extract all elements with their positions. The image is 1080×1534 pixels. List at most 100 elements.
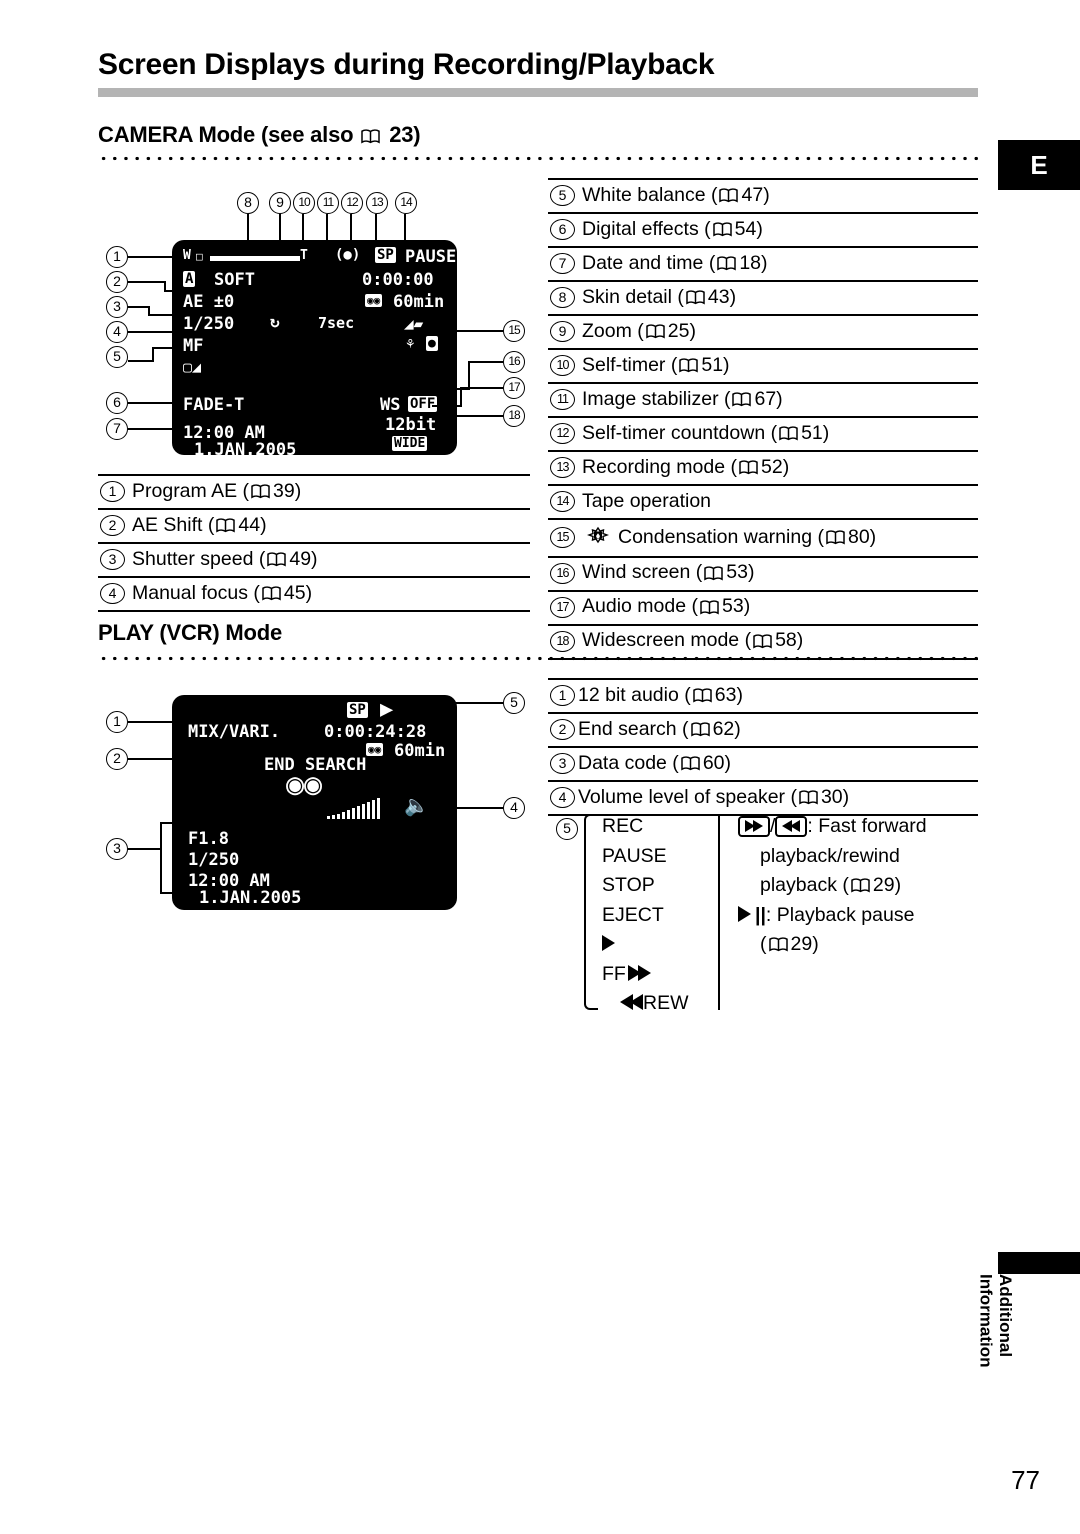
play-leader-5 [398,702,503,704]
camera-callout-18: 18 [503,405,525,427]
legend-row-number: 2 [550,719,575,740]
play-ops-divider [718,814,720,1010]
play-section-divider [98,656,978,661]
manual-book-icon [361,129,381,144]
legend-row-label: Audio mode ( [582,595,698,618]
play-op-ff-label: FF [602,962,626,985]
legend-row-number: 1 [100,481,125,502]
legend-row: 3 Shutter speed ( 49) [98,544,530,578]
ops-playback-text: playback ( [760,874,849,896]
legend-row-label: Tape operation [582,489,712,512]
leader-16b [468,361,503,363]
legend-row-page: 80 [847,525,870,548]
play-lcd-speaker-icon: 🔈 [404,793,429,817]
lcd-battery-icon: ◢▰ [404,314,424,333]
lcd-manual-focus: MF [183,336,204,356]
legend-row-label: 12 bit audio ( [578,683,691,706]
camera-callout-3: 3 [106,296,128,318]
legend-row: 13 Recording mode (52) [548,452,978,486]
legend-row-page: 53 [726,561,748,584]
lcd-zoom-w-icon: W [183,248,191,263]
lcd-tape-remaining: 60min [393,292,445,312]
play-op-rew-label: REW [643,992,689,1014]
lcd-wind-screen-label: WS [380,395,401,415]
legend-row-number: 5 [550,185,575,206]
language-tab-label: E [1030,149,1048,180]
condensation-warning-icon [586,525,610,550]
play-lcd-recording-mode-badge: SP [347,702,368,718]
manual-book-icon [732,392,752,407]
manual-book-icon [768,937,788,952]
ops-pause-text: : Playback pause [765,903,915,926]
legend-row: 7 Date and time ( 18) [548,248,978,282]
manual-book-icon [681,756,700,771]
legend-row-page: 51 [801,421,823,444]
play-op-pause: PAUSE [602,844,667,867]
legend-row-label: Data code ( [578,751,679,774]
play-lcd-tape-icon: ◉◉ [366,743,384,756]
legend-row-number: 12 [550,423,575,444]
manual-book-icon [712,222,732,237]
camera-mode-heading-text: CAMERA Mode (see also [98,122,354,147]
manual-book-icon [267,552,287,567]
legend-row-tail: ) [756,217,763,240]
camera-callout-10: 10 [293,192,315,214]
legend-row: 8 Skin detail (43) [548,282,978,316]
legend-row: 12 Self-timer countdown (51) [548,418,978,452]
camera-mode-heading: CAMERA Mode (see also 23) [98,122,421,148]
legend-row-label: Date and time ( [582,251,716,274]
legend-row-number: 14 [550,491,575,512]
camera-section-divider [98,156,978,161]
lcd-zoom-bar [210,256,300,261]
legend-row-page: 47 [741,183,764,206]
legend-row-label: Self-timer countdown ( [582,421,778,444]
play-leader-4 [434,807,503,809]
legend-row-number: 17 [550,596,575,618]
manual-book-icon [251,484,270,499]
camera-legend-right: 5 White balance (47) 6 Digital effects (54)… [548,178,978,660]
legend-row: 16 Wind screen (53) [548,558,978,592]
lcd-program-ae-icon: A [183,271,196,287]
legend-row-number: 7 [550,253,575,274]
lcd-condensation-drop-icon: ⚘ [406,336,415,352]
lcd-wind-screen-value: OFF [408,396,438,412]
legend-row: 17 Audio mode (53) [548,592,978,626]
legend-row-tail: ) [761,251,768,274]
legend-row: 4 Volume level of speaker (30) [548,782,978,816]
play-ops-line-2: playback/rewind [760,844,900,867]
legend-row: 18 Widescreen mode (58) [548,626,978,660]
legend-row-number: 3 [550,753,575,774]
legend-row-number: 10 [550,355,575,376]
manual-book-icon [719,188,739,203]
legend-row-page: 18 [739,251,762,274]
play-op-eject: EJECT [602,903,664,926]
legend-row-label: Widescreen mode ( [582,629,752,652]
side-tab-line-1: Additional [996,1274,1016,1358]
camera-callout-14: 14 [395,192,417,214]
manual-book-icon [690,722,710,737]
ops-pause-page: 29 [790,933,813,955]
legend-row-label: White balance ( [582,183,718,206]
play-callout-5: 5 [503,692,525,714]
legend-row-tail: ) [723,353,730,376]
legend-row-page: 30 [820,785,843,808]
legend-row-page: 54 [734,217,757,240]
legend-row-page: 52 [761,455,783,478]
leader-15 [432,330,503,332]
leader-3 [128,306,150,308]
camera-callout-4: 4 [106,321,128,343]
lcd-zoom-t-icon: T [300,248,308,263]
side-tab-marker [998,1252,1080,1274]
legend-row-page: 58 [775,629,797,652]
play-ops-right-list: /: Fast forward playback/rewind playback… [738,812,927,960]
play-lcd-volume-meter [327,795,401,819]
legend-row-tail: ) [842,785,850,808]
manual-book-icon [717,256,737,271]
lcd-ae-shift: AE ±0 [183,292,235,312]
leader-17-v [460,387,462,406]
legend-row-tail: ) [776,387,783,410]
lcd-skin-detail-icon: □ [196,250,203,263]
manual-book-icon [686,290,705,305]
manual-book-icon [851,878,870,893]
legend-row-number: 18 [550,630,575,652]
